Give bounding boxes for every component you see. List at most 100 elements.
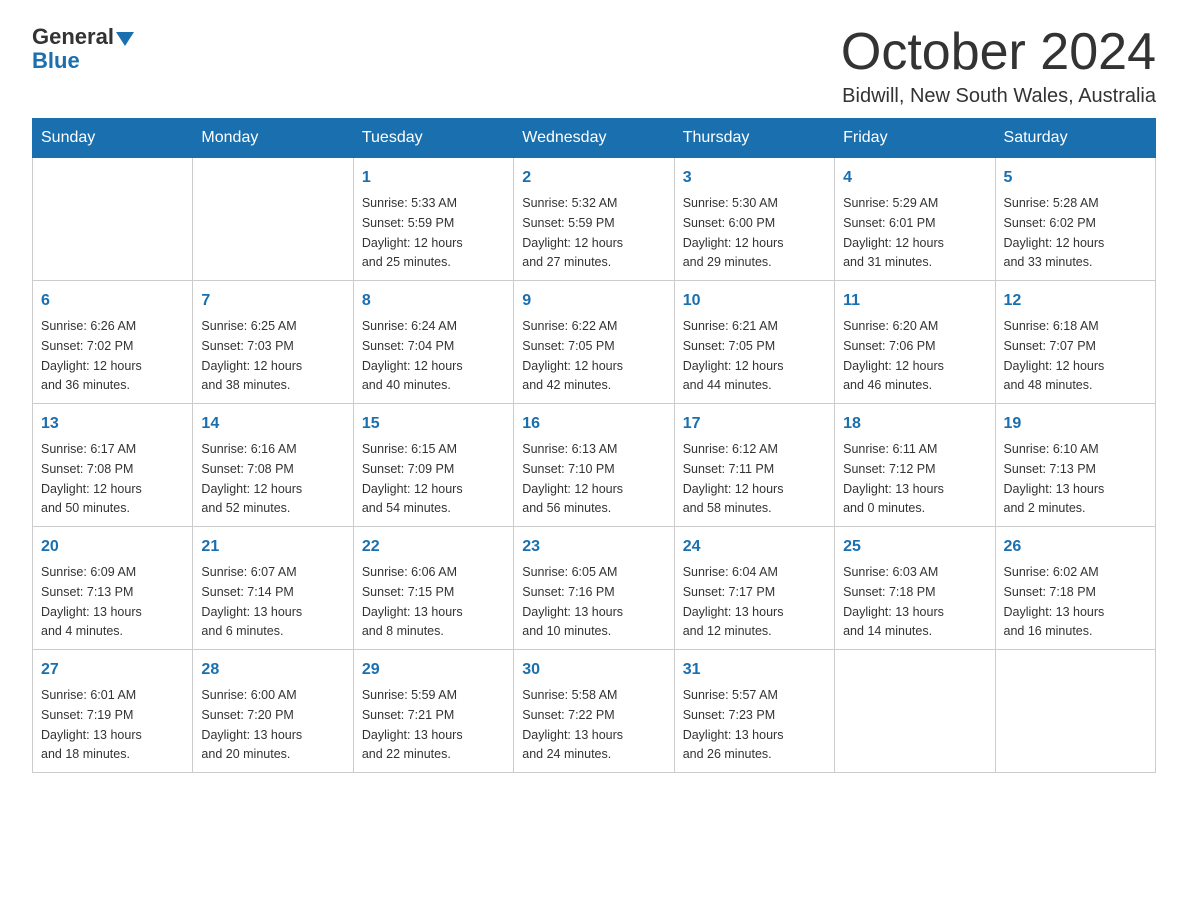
calendar-week-row: 27 Sunrise: 6:01 AMSunset: 7:19 PMDayligh…	[33, 650, 1156, 773]
day-of-week-header: Friday	[835, 119, 995, 158]
day-info: Sunrise: 6:15 AMSunset: 7:09 PMDaylight:…	[362, 442, 463, 515]
day-info: Sunrise: 5:33 AMSunset: 5:59 PMDaylight:…	[362, 196, 463, 269]
day-number: 21	[201, 535, 344, 559]
day-info: Sunrise: 6:17 AMSunset: 7:08 PMDaylight:…	[41, 442, 142, 515]
day-number: 29	[362, 658, 505, 682]
calendar-day-cell: 15 Sunrise: 6:15 AMSunset: 7:09 PMDayligh…	[353, 404, 513, 527]
day-number: 6	[41, 289, 184, 313]
logo: General Blue	[32, 24, 134, 74]
day-info: Sunrise: 6:10 AMSunset: 7:13 PMDaylight:…	[1004, 442, 1105, 515]
calendar-day-cell	[33, 158, 193, 281]
day-number: 4	[843, 166, 986, 190]
day-info: Sunrise: 6:04 AMSunset: 7:17 PMDaylight:…	[683, 565, 784, 638]
calendar-day-cell: 5 Sunrise: 5:28 AMSunset: 6:02 PMDaylight…	[995, 158, 1155, 281]
calendar-day-cell: 27 Sunrise: 6:01 AMSunset: 7:19 PMDayligh…	[33, 650, 193, 773]
day-number: 13	[41, 412, 184, 436]
day-info: Sunrise: 5:58 AMSunset: 7:22 PMDaylight:…	[522, 688, 623, 761]
day-number: 22	[362, 535, 505, 559]
calendar-day-cell: 7Sunrise: 6:25 AMSunset: 7:03 PMDaylight…	[193, 281, 353, 404]
logo-general-text: General	[32, 24, 114, 50]
calendar-day-cell: 1 Sunrise: 5:33 AMSunset: 5:59 PMDaylight…	[353, 158, 513, 281]
day-number: 11	[843, 289, 986, 313]
day-info: Sunrise: 6:13 AMSunset: 7:10 PMDaylight:…	[522, 442, 623, 515]
day-info: Sunrise: 6:05 AMSunset: 7:16 PMDaylight:…	[522, 565, 623, 638]
day-number: 14	[201, 412, 344, 436]
day-number: 3	[683, 166, 826, 190]
day-of-week-header: Sunday	[33, 119, 193, 158]
calendar-day-cell: 11 Sunrise: 6:20 AMSunset: 7:06 PMDayligh…	[835, 281, 995, 404]
calendar-header-row: SundayMondayTuesdayWednesdayThursdayFrid…	[33, 119, 1156, 158]
day-of-week-header: Saturday	[995, 119, 1155, 158]
day-info: Sunrise: 5:29 AMSunset: 6:01 PMDaylight:…	[843, 196, 944, 269]
calendar-day-cell	[193, 158, 353, 281]
calendar-day-cell: 9 Sunrise: 6:22 AMSunset: 7:05 PMDaylight…	[514, 281, 674, 404]
calendar-week-row: 13 Sunrise: 6:17 AMSunset: 7:08 PMDayligh…	[33, 404, 1156, 527]
calendar-day-cell: 18 Sunrise: 6:11 AMSunset: 7:12 PMDayligh…	[835, 404, 995, 527]
day-number: 10	[683, 289, 826, 313]
day-info: Sunrise: 6:07 AMSunset: 7:14 PMDaylight:…	[201, 565, 302, 638]
day-info: Sunrise: 5:57 AMSunset: 7:23 PMDaylight:…	[683, 688, 784, 761]
calendar-week-row: 1 Sunrise: 5:33 AMSunset: 5:59 PMDaylight…	[33, 158, 1156, 281]
day-info: Sunrise: 5:32 AMSunset: 5:59 PMDaylight:…	[522, 196, 623, 269]
day-number: 25	[843, 535, 986, 559]
day-number: 9	[522, 289, 665, 313]
calendar-day-cell: 31 Sunrise: 5:57 AMSunset: 7:23 PMDayligh…	[674, 650, 834, 773]
day-number: 26	[1004, 535, 1147, 559]
page-title: October 2024	[841, 24, 1156, 81]
calendar-day-cell: 22Sunrise: 6:06 AMSunset: 7:15 PMDayligh…	[353, 527, 513, 650]
day-number: 23	[522, 535, 665, 559]
page-subtitle: Bidwill, New South Wales, Australia	[841, 85, 1156, 108]
day-number: 12	[1004, 289, 1147, 313]
calendar-day-cell: 21 Sunrise: 6:07 AMSunset: 7:14 PMDayligh…	[193, 527, 353, 650]
day-info: Sunrise: 5:59 AMSunset: 7:21 PMDaylight:…	[362, 688, 463, 761]
calendar-day-cell: 4 Sunrise: 5:29 AMSunset: 6:01 PMDaylight…	[835, 158, 995, 281]
day-of-week-header: Tuesday	[353, 119, 513, 158]
day-info: Sunrise: 6:16 AMSunset: 7:08 PMDaylight:…	[201, 442, 302, 515]
day-number: 15	[362, 412, 505, 436]
day-number: 19	[1004, 412, 1147, 436]
day-info: Sunrise: 6:01 AMSunset: 7:19 PMDaylight:…	[41, 688, 142, 761]
calendar-day-cell: 12 Sunrise: 6:18 AMSunset: 7:07 PMDayligh…	[995, 281, 1155, 404]
day-info: Sunrise: 6:21 AMSunset: 7:05 PMDaylight:…	[683, 319, 784, 392]
day-info: Sunrise: 6:25 AMSunset: 7:03 PMDaylight:…	[201, 319, 302, 392]
calendar-day-cell: 16 Sunrise: 6:13 AMSunset: 7:10 PMDayligh…	[514, 404, 674, 527]
day-number: 17	[683, 412, 826, 436]
calendar-day-cell: 23 Sunrise: 6:05 AMSunset: 7:16 PMDayligh…	[514, 527, 674, 650]
calendar-day-cell: 10 Sunrise: 6:21 AMSunset: 7:05 PMDayligh…	[674, 281, 834, 404]
calendar-day-cell: 30 Sunrise: 5:58 AMSunset: 7:22 PMDayligh…	[514, 650, 674, 773]
day-number: 31	[683, 658, 826, 682]
day-number: 18	[843, 412, 986, 436]
day-info: Sunrise: 6:03 AMSunset: 7:18 PMDaylight:…	[843, 565, 944, 638]
day-number: 27	[41, 658, 184, 682]
day-of-week-header: Wednesday	[514, 119, 674, 158]
calendar-day-cell: 28Sunrise: 6:00 AMSunset: 7:20 PMDayligh…	[193, 650, 353, 773]
day-number: 30	[522, 658, 665, 682]
page-header: General Blue October 2024 Bidwill, New S…	[32, 24, 1156, 108]
day-info: Sunrise: 6:11 AMSunset: 7:12 PMDaylight:…	[843, 442, 944, 515]
calendar-day-cell: 2Sunrise: 5:32 AMSunset: 5:59 PMDaylight…	[514, 158, 674, 281]
logo-triangle-icon	[116, 32, 134, 46]
calendar-day-cell: 6Sunrise: 6:26 AMSunset: 7:02 PMDaylight…	[33, 281, 193, 404]
calendar-day-cell: 20 Sunrise: 6:09 AMSunset: 7:13 PMDayligh…	[33, 527, 193, 650]
calendar-table: SundayMondayTuesdayWednesdayThursdayFrid…	[32, 118, 1156, 773]
day-number: 20	[41, 535, 184, 559]
day-info: Sunrise: 5:28 AMSunset: 6:02 PMDaylight:…	[1004, 196, 1105, 269]
day-of-week-header: Monday	[193, 119, 353, 158]
day-number: 5	[1004, 166, 1147, 190]
day-info: Sunrise: 6:18 AMSunset: 7:07 PMDaylight:…	[1004, 319, 1105, 392]
day-number: 1	[362, 166, 505, 190]
day-info: Sunrise: 5:30 AMSunset: 6:00 PMDaylight:…	[683, 196, 784, 269]
calendar-day-cell: 13 Sunrise: 6:17 AMSunset: 7:08 PMDayligh…	[33, 404, 193, 527]
calendar-day-cell: 24Sunrise: 6:04 AMSunset: 7:17 PMDayligh…	[674, 527, 834, 650]
calendar-week-row: 6Sunrise: 6:26 AMSunset: 7:02 PMDaylight…	[33, 281, 1156, 404]
day-info: Sunrise: 6:02 AMSunset: 7:18 PMDaylight:…	[1004, 565, 1105, 638]
day-info: Sunrise: 6:20 AMSunset: 7:06 PMDaylight:…	[843, 319, 944, 392]
day-number: 16	[522, 412, 665, 436]
day-info: Sunrise: 6:09 AMSunset: 7:13 PMDaylight:…	[41, 565, 142, 638]
day-info: Sunrise: 6:22 AMSunset: 7:05 PMDaylight:…	[522, 319, 623, 392]
calendar-day-cell: 26 Sunrise: 6:02 AMSunset: 7:18 PMDayligh…	[995, 527, 1155, 650]
calendar-week-row: 20 Sunrise: 6:09 AMSunset: 7:13 PMDayligh…	[33, 527, 1156, 650]
day-number: 8	[362, 289, 505, 313]
calendar-body: 1 Sunrise: 5:33 AMSunset: 5:59 PMDaylight…	[33, 158, 1156, 773]
logo-blue-text: Blue	[32, 48, 80, 74]
